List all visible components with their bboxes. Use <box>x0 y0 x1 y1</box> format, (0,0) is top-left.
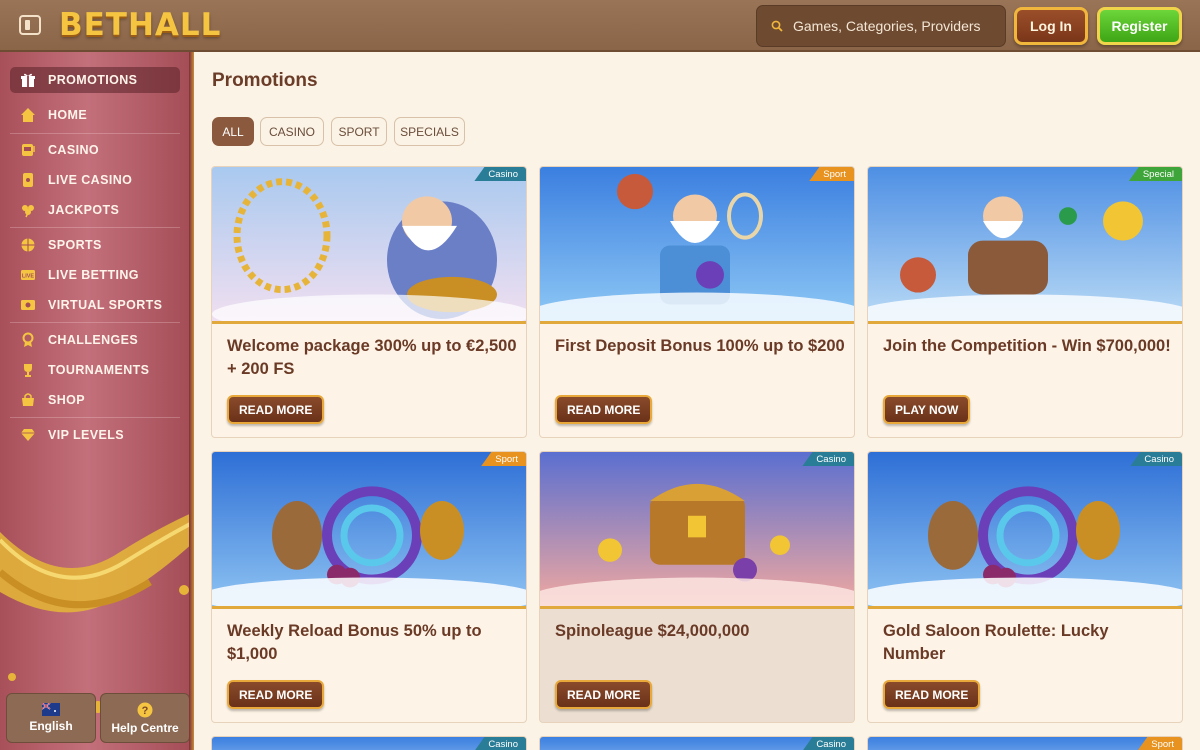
sidebar-item-jackpots[interactable]: JACKPOTS <box>10 197 180 223</box>
svg-text:LIVE: LIVE <box>22 274 35 280</box>
sidebar-item-live-casino[interactable]: LIVE CASINO <box>10 167 180 193</box>
sidebar-item-label: PROMOTIONS <box>48 73 138 87</box>
promo-title: Gold Saloon Roulette: Lucky Number <box>883 622 1109 663</box>
sidebar-item-sports[interactable]: SPORTS <box>10 232 180 258</box>
trophy-icon <box>19 361 37 379</box>
promo-title: Join the Competition - Win $700,000! <box>883 337 1171 355</box>
promo-image <box>540 167 854 324</box>
promo-card[interactable]: Casino Welcome package 300% up to €2,500… <box>211 166 527 438</box>
promo-image <box>868 452 1182 609</box>
help-icon: ? <box>137 702 153 717</box>
sidebar-item-casino[interactable]: CASINO <box>10 137 180 163</box>
promo-image <box>540 452 854 609</box>
main-content: Promotions ALL CASINO SPORT SPECIALS Cas… <box>194 52 1200 750</box>
sidebar-item-label: SPORTS <box>48 238 102 252</box>
divider <box>10 133 180 134</box>
live-icon: LIVE <box>19 266 37 284</box>
sidebar-toggle-icon[interactable] <box>19 15 41 35</box>
sidebar-item-label: VIRTUAL SPORTS <box>48 298 163 312</box>
filter-specials[interactable]: SPECIALS <box>394 117 465 146</box>
sidebar-item-vip-levels[interactable]: VIP LEVELS <box>10 422 180 448</box>
category-tag: Casino <box>802 737 854 750</box>
read-more-button[interactable]: READ MORE <box>883 680 981 709</box>
diamond-icon <box>19 426 37 444</box>
virtual-icon <box>19 296 37 314</box>
promo-title: Spinoleague $24,000,000 <box>555 622 750 640</box>
sidebar-item-live-betting[interactable]: LIVE LIVE BETTING <box>10 262 180 288</box>
help-centre-button[interactable]: ? Help Centre <box>100 693 190 743</box>
promo-title: First Deposit Bonus 100% up to $200 <box>555 337 845 355</box>
challenge-icon <box>19 331 37 349</box>
filter-sport[interactable]: SPORT <box>331 117 387 146</box>
gift-icon <box>19 71 37 89</box>
sidebar-item-home[interactable]: HOME <box>10 102 180 128</box>
sidebar-item-label: HOME <box>48 108 88 122</box>
divider <box>10 322 180 323</box>
language-button[interactable]: English <box>6 693 96 743</box>
sidebar-item-tournaments[interactable]: TOURNAMENTS <box>10 357 180 383</box>
flag-icon <box>42 703 60 716</box>
logo[interactable]: BETHALL <box>59 7 221 43</box>
sidebar-item-label: SHOP <box>48 393 86 407</box>
help-label: Help Centre <box>111 720 179 735</box>
read-more-button[interactable]: READ MORE <box>227 395 325 424</box>
play-now-button[interactable]: PLAY NOW <box>883 395 971 424</box>
promo-card[interactable]: Casino Gold Saloon Roulette: Lucky Numbe… <box>867 451 1183 723</box>
promo-card[interactable]: Sport First Deposit Bonus 100% up to $20… <box>539 166 855 438</box>
sidebar-item-label: VIP LEVELS <box>48 428 125 442</box>
live-casino-icon <box>19 171 37 189</box>
language-label: English <box>29 719 73 733</box>
category-tag: Casino <box>474 737 526 750</box>
sidebar-item-label: CASINO <box>48 143 100 157</box>
read-more-button[interactable]: READ MORE <box>555 395 653 424</box>
register-button[interactable]: Register <box>1097 7 1182 45</box>
promo-card[interactable]: Sport Weekly Reload Bonus 50% up to $1,0… <box>211 451 527 723</box>
slot-icon <box>19 141 37 159</box>
sidebar-item-label: CHALLENGES <box>48 333 139 347</box>
promo-card-partial[interactable]: Casino <box>211 736 527 750</box>
sidebar-item-label: TOURNAMENTS <box>48 363 150 377</box>
sidebar: PROMOTIONS HOME CASINO LIVE CASINO JACKP… <box>0 52 194 750</box>
basketball-icon <box>19 236 37 254</box>
promo-card-partial[interactable]: Casino <box>539 736 855 750</box>
filter-casino[interactable]: CASINO <box>260 117 324 146</box>
search-icon <box>771 20 783 32</box>
sidebar-item-promotions[interactable]: PROMOTIONS <box>10 67 180 93</box>
page-title: Promotions <box>212 70 318 91</box>
home-icon <box>19 106 37 124</box>
sidebar-item-label: LIVE CASINO <box>48 173 133 187</box>
sidebar-item-shop[interactable]: SHOP <box>10 387 180 413</box>
login-button[interactable]: Log In <box>1014 7 1088 45</box>
divider <box>10 417 180 418</box>
promo-card[interactable]: Casino Spinoleague $24,000,000 READ MORE <box>539 451 855 723</box>
read-more-button[interactable]: READ MORE <box>555 680 653 709</box>
promo-card-partial[interactable]: Sport <box>867 736 1183 750</box>
top-header: BETHALL Games, Categories, Providers Log… <box>0 0 1200 52</box>
sidebar-item-virtual-sports[interactable]: VIRTUAL SPORTS <box>10 292 180 318</box>
category-tag: Sport <box>1137 737 1182 750</box>
read-more-button[interactable]: READ MORE <box>227 680 325 709</box>
promo-image <box>212 167 526 324</box>
filter-all[interactable]: ALL <box>212 117 254 146</box>
search-input[interactable]: Games, Categories, Providers <box>756 5 1006 47</box>
promo-card[interactable]: Special Join the Competition - Win $700,… <box>867 166 1183 438</box>
shop-icon <box>19 391 37 409</box>
sidebar-item-label: JACKPOTS <box>48 203 120 217</box>
sidebar-item-label: LIVE BETTING <box>48 268 139 282</box>
svg-text:?: ? <box>142 705 149 717</box>
search-placeholder: Games, Categories, Providers <box>793 18 981 34</box>
promo-title: Weekly Reload Bonus 50% up to $1,000 <box>227 622 482 663</box>
promo-title: Welcome package 300% up to €2,500 + 200 … <box>227 337 517 378</box>
clover-icon <box>19 201 37 219</box>
promo-image <box>212 452 526 609</box>
sidebar-item-challenges[interactable]: CHALLENGES <box>10 327 180 353</box>
divider <box>10 227 180 228</box>
promo-image <box>868 167 1182 324</box>
